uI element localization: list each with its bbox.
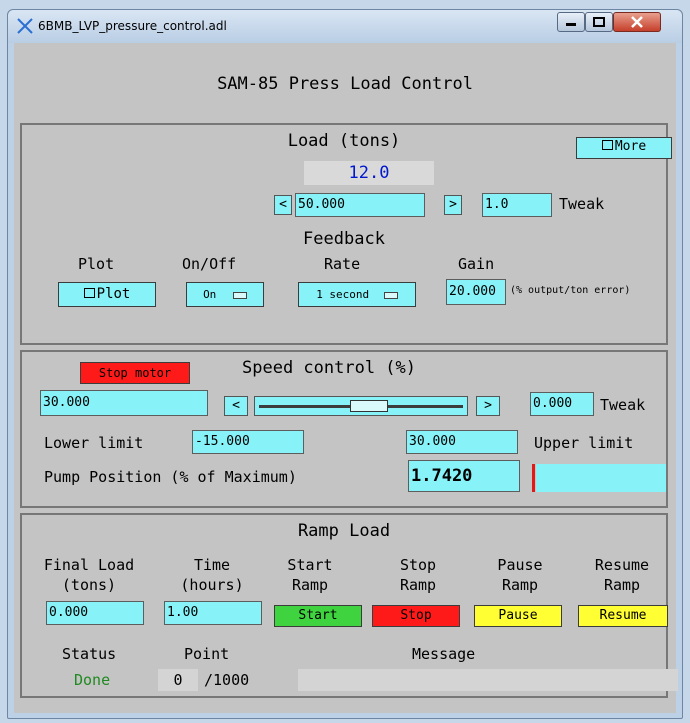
plot-button-label: Plot	[96, 286, 131, 302]
load-panel: Load (tons) More 12.0 < 50.000 > 1.0 Twe…	[20, 123, 672, 345]
stop-ramp-label: Stop Ramp	[378, 555, 458, 595]
speed-increment-button[interactable]: >	[476, 396, 500, 416]
minimize-icon	[566, 23, 576, 26]
speed-panel: Stop motor Speed control (%) 30.000 < > …	[20, 350, 668, 508]
start-ramp-label-line2: Ramp	[291, 576, 329, 594]
point-value: 0	[158, 669, 198, 691]
pump-bar	[536, 464, 666, 492]
speed-heading: Speed control (%)	[242, 358, 416, 378]
pump-position-readout: 1.7420	[408, 460, 520, 492]
speed-decrement-button[interactable]: <	[224, 396, 248, 416]
main-title: SAM-85 Press Load Control	[217, 74, 473, 94]
load-readout: 12.0	[304, 161, 434, 185]
maximize-icon	[593, 17, 605, 27]
close-button[interactable]	[613, 12, 661, 32]
pause-ramp-button[interactable]: Pause	[474, 605, 562, 627]
gain-units: (% output/ton error)	[510, 285, 631, 296]
upper-limit-label: Upper limit	[534, 434, 634, 452]
minimize-button[interactable]	[557, 12, 585, 32]
more-button[interactable]: More	[576, 137, 672, 159]
onoff-value: On	[203, 288, 217, 301]
pause-ramp-label-line1: Pause	[497, 556, 543, 574]
final-load-label-line1: Final Load	[43, 556, 135, 574]
load-tweak-label: Tweak	[559, 195, 605, 213]
speed-tweak-input[interactable]: 0.000	[530, 392, 594, 416]
rate-value: 1 second	[316, 288, 370, 301]
pump-position-label: Pump Position (% of Maximum)	[44, 468, 297, 486]
window-title: 6BMB_LVP_pressure_control.adl	[38, 19, 227, 33]
start-ramp-button[interactable]: Start	[274, 605, 362, 627]
speed-tweak-label: Tweak	[600, 396, 646, 414]
window-icon	[601, 140, 613, 150]
speed-slider[interactable]	[254, 396, 468, 416]
resume-ramp-label: Resume Ramp	[582, 555, 662, 595]
point-label: Point	[184, 645, 230, 663]
app-window: 6BMB_LVP_pressure_control.adl SAM-85 Pre…	[7, 9, 683, 719]
pump-bar-fill	[532, 464, 535, 492]
ramp-time-input[interactable]: 1.00	[164, 601, 262, 625]
window-icon	[83, 288, 95, 298]
upper-limit-input[interactable]: 30.000	[406, 430, 518, 454]
time-label: Time (hours)	[162, 555, 262, 595]
more-label: More	[614, 139, 647, 154]
final-load-label-line2: (tons)	[61, 576, 117, 594]
menu-indicator-icon	[383, 291, 398, 299]
resume-ramp-label-line1: Resume	[594, 556, 650, 574]
time-label-line2: (hours)	[180, 576, 244, 594]
load-tweak-input[interactable]: 1.0	[482, 193, 552, 217]
pause-ramp-label-line2: Ramp	[501, 576, 539, 594]
resume-ramp-label-line2: Ramp	[603, 576, 641, 594]
final-load-label: Final Load (tons)	[26, 555, 152, 595]
message-label: Message	[412, 645, 476, 663]
point-total: /1000	[204, 671, 250, 689]
time-label-line1: Time	[193, 556, 231, 574]
speed-input[interactable]: 30.000	[40, 390, 208, 416]
load-setpoint-input[interactable]: 50.000	[295, 193, 425, 217]
slider-thumb[interactable]	[350, 400, 388, 412]
client-area: SAM-85 Press Load Control Load (tons) Mo…	[14, 43, 678, 713]
final-load-input[interactable]: 0.000	[46, 601, 144, 625]
plot-button[interactable]: Plot	[58, 282, 156, 307]
feedback-heading: Feedback	[303, 229, 385, 249]
onoff-label: On/Off	[182, 255, 237, 273]
stop-motor-button[interactable]: Stop motor	[80, 362, 190, 384]
ramp-heading: Ramp Load	[297, 521, 391, 541]
stop-ramp-label-line1: Stop	[399, 556, 437, 574]
load-increment-button[interactable]: >	[444, 195, 462, 215]
close-icon	[631, 16, 643, 28]
gain-input[interactable]: 20.000	[446, 279, 506, 305]
resume-ramp-button[interactable]: Resume	[578, 605, 668, 627]
message-field	[298, 669, 678, 691]
app-icon	[17, 18, 33, 34]
stop-ramp-label-line2: Ramp	[399, 576, 437, 594]
start-ramp-label-line1: Start	[287, 556, 333, 574]
feedback-rate-menu[interactable]: 1 second	[298, 282, 416, 307]
plot-label: Plot	[78, 255, 115, 273]
menu-indicator-icon	[232, 291, 247, 299]
rate-label: Rate	[324, 255, 361, 273]
start-ramp-label: Start Ramp	[270, 555, 350, 595]
status-value: Done	[74, 671, 111, 689]
title-bar: 6BMB_LVP_pressure_control.adl	[8, 10, 682, 43]
gain-label: Gain	[458, 255, 495, 273]
load-heading: Load (tons)	[287, 131, 401, 151]
status-label: Status	[62, 645, 117, 663]
lower-limit-label: Lower limit	[44, 434, 144, 452]
ramp-panel: Ramp Load Final Load (tons) Time (hours)…	[20, 513, 678, 698]
load-decrement-button[interactable]: <	[274, 195, 292, 215]
stop-ramp-button[interactable]: Stop	[372, 605, 460, 627]
lower-limit-input[interactable]: -15.000	[192, 430, 304, 454]
maximize-button[interactable]	[585, 12, 613, 32]
feedback-onoff-menu[interactable]: On	[186, 282, 264, 307]
pause-ramp-label: Pause Ramp	[480, 555, 560, 595]
